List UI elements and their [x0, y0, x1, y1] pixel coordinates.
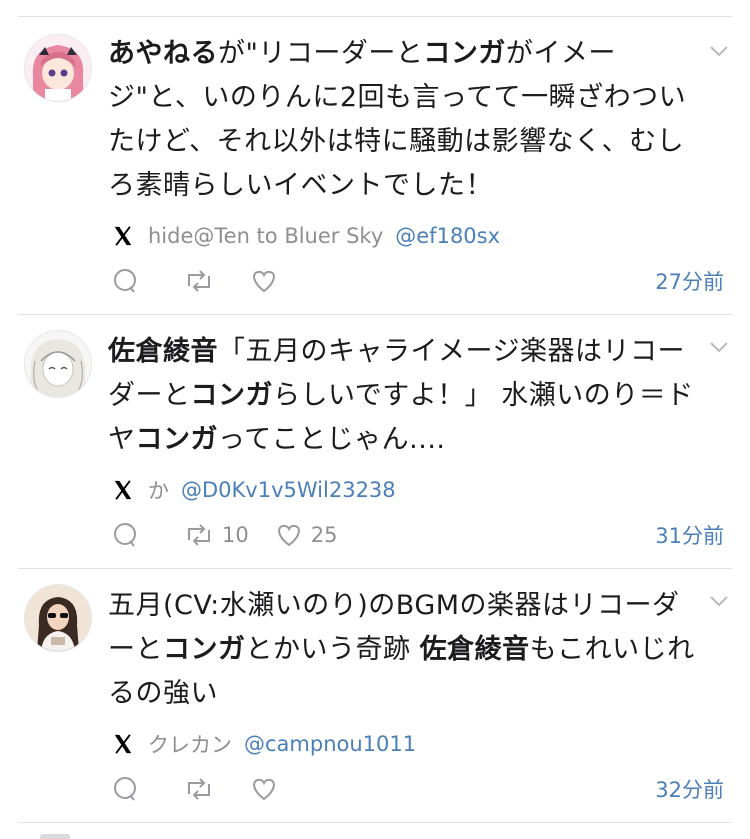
divider	[18, 822, 732, 823]
text-bold: あやねる	[108, 38, 218, 69]
like-count: 25	[310, 523, 338, 547]
chevron-down-icon[interactable]	[708, 340, 730, 354]
retweet-icon	[188, 270, 210, 292]
tweet-source[interactable]: クレカン @campnou1011	[112, 729, 416, 759]
like-button[interactable]: 25	[275, 522, 338, 548]
divider	[18, 16, 732, 17]
avatar[interactable]	[24, 34, 92, 102]
tweet-actions	[112, 774, 304, 804]
x-logo-icon	[114, 226, 132, 246]
text: とかいう奇跡	[245, 634, 420, 665]
text: ってことじゃん....	[218, 424, 446, 455]
retweet-button[interactable]	[184, 776, 214, 802]
x-logo-icon	[114, 734, 132, 754]
tweet-actions: 10 25	[112, 520, 363, 550]
text-bold: コンガ	[163, 634, 246, 665]
text-bold: 佐倉綾音	[419, 634, 530, 665]
reply-icon	[114, 523, 136, 547]
heart-icon	[277, 524, 300, 547]
source-name: hide@Ten to Bluer Sky	[148, 224, 384, 248]
like-button[interactable]	[250, 776, 278, 802]
text: が"リコーダーと	[218, 38, 424, 69]
retweet-icon	[188, 524, 210, 546]
timestamp[interactable]: 27分前	[655, 266, 724, 296]
tweet-text: 佐倉綾音「五月のキャライメージ楽器はリコーダーとコンガらしいですよ！」 水瀬いの…	[108, 330, 698, 462]
heart-icon	[253, 778, 275, 801]
source-handle[interactable]: @D0Kv1v5Wil23238	[181, 478, 396, 502]
reply-icon	[114, 777, 136, 801]
tweet-source[interactable]: か @D0Kv1v5Wil23238	[112, 475, 396, 505]
timestamp[interactable]: 32分前	[655, 774, 724, 804]
retweet-button[interactable]: 10	[184, 522, 249, 548]
reply-button[interactable]	[112, 776, 138, 802]
source-handle[interactable]: @campnou1011	[244, 732, 416, 756]
chevron-down-icon[interactable]	[708, 594, 730, 608]
chevron-down-icon[interactable]	[708, 44, 730, 58]
tweet-source[interactable]: hide@Ten to Bluer Sky @ef180sx	[112, 221, 500, 251]
heart-icon	[253, 270, 275, 293]
tweet-text: 五月(CV:水瀬いのり)のBGMの楽器はリコーダーとコンガとかいう奇跡 佐倉綾音…	[108, 584, 698, 716]
reply-button[interactable]	[112, 268, 138, 294]
reply-icon	[114, 269, 136, 293]
source-name: クレカン	[148, 733, 232, 757]
divider	[18, 568, 732, 569]
source-name: か	[148, 479, 169, 503]
divider	[18, 314, 732, 315]
like-button[interactable]	[250, 268, 278, 294]
reply-button[interactable]	[112, 522, 138, 548]
timestamp[interactable]: 31分前	[655, 520, 724, 550]
next-avatar-partial	[40, 834, 70, 839]
source-handle[interactable]: @ef180sx	[395, 224, 500, 248]
avatar[interactable]	[24, 330, 92, 398]
retweet-button[interactable]	[184, 268, 214, 294]
text-bold: 佐倉綾音	[108, 336, 218, 367]
tweet-text: あやねるが"リコーダーとコンガがイメージ"と、いのりんに2回も言ってて一瞬ざわつ…	[108, 32, 698, 208]
x-logo-icon	[114, 480, 132, 500]
text-bold: コンガ	[135, 424, 218, 455]
text-bold: コンガ	[423, 38, 506, 69]
retweet-icon	[188, 778, 210, 800]
avatar[interactable]	[24, 584, 92, 652]
tweet-actions	[112, 266, 304, 296]
text-bold: コンガ	[190, 380, 273, 411]
retweet-count: 10	[222, 523, 249, 547]
